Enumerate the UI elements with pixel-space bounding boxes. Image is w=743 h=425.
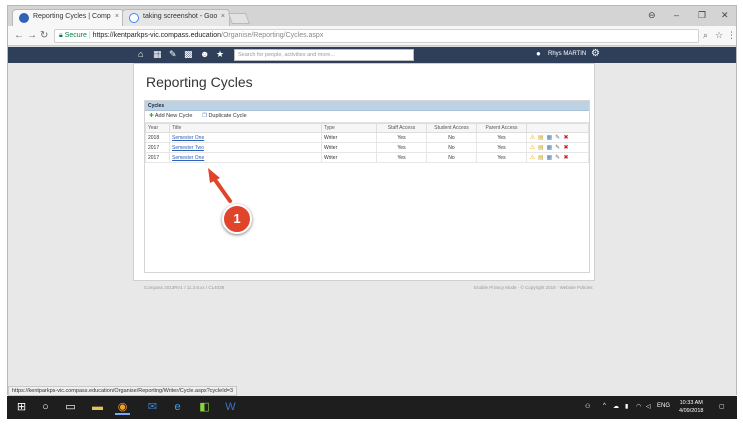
profile-icon[interactable]: ⊖ [648,10,656,21]
clock-date: 4/09/2018 [679,408,704,414]
chevron-up-icon[interactable]: ^ [603,403,606,409]
onedrive-icon[interactable]: ☁ [613,403,619,410]
back-icon[interactable]: ← [14,30,24,41]
system-clock[interactable]: 10:33 AM 4/09/2018 [679,399,703,415]
windows-taskbar: ⊞ ○ ▭ ▬ ◉ ✉ e ◧ W ⚇ ^ ☁ ▮ ◠ ◁ ENG 10:33 … [7,396,737,419]
annotation-arrow [208,168,232,203]
forward-icon[interactable]: → [27,30,37,41]
edge-icon[interactable]: e [170,400,185,415]
tab-close-icon[interactable]: × [221,13,225,20]
tab-title: Reporting Cycles | Comp [33,13,111,20]
network-icon[interactable]: ◠ [636,403,641,410]
word-icon[interactable]: W [223,400,238,415]
notification-icon[interactable]: ▢ [719,403,725,410]
url-host: https://kentparkps-vic.compass.education [92,32,221,39]
arrow-shaft [211,175,232,203]
annotation-callout: 1 [222,204,252,234]
url-path: /Organise/Reporting/Cycles.aspx [221,32,324,39]
reload-icon[interactable]: ↻ [40,30,48,41]
volume-icon[interactable]: ◁ [646,403,651,410]
compass-favicon-icon [19,13,29,23]
maximize-button[interactable]: ❐ [698,10,706,21]
tab-reporting-cycles[interactable]: Reporting Cycles | Comp × [12,9,124,26]
tab-bar: Reporting Cycles | Comp × taking screens… [8,6,736,26]
outlook-icon[interactable]: ✉ [145,400,160,415]
new-tab-button[interactable] [227,13,251,24]
cortana-icon[interactable]: ○ [38,400,53,415]
clock-time: 10:33 AM [679,400,703,406]
tab-title: taking screenshot - Goo [143,13,218,20]
tab-close-icon[interactable]: × [115,13,119,20]
zoom-icon[interactable]: ⌕ [703,30,708,41]
page-viewport: ⌂ ▦ ✎ ▩ ☻ ★ Search for people, activitie… [8,47,736,396]
lock-icon: 🔒︎ [59,32,63,39]
status-url: https://kentparkps-vic.compass.education… [8,386,238,396]
url-input[interactable]: 🔒︎ Secure | https://kentparkps-vic.compa… [54,29,699,43]
minimize-button[interactable]: – [674,10,679,20]
arrow-head [208,168,220,183]
battery-icon[interactable]: ▮ [625,403,628,410]
bookmark-star-icon[interactable]: ☆ [715,30,723,41]
chrome-icon[interactable]: ◉ [115,400,130,415]
tab-google-search[interactable]: taking screenshot - Goo × [122,9,230,26]
language-indicator[interactable]: ENG [657,403,670,409]
people-tray-icon[interactable]: ⚇ [585,403,590,410]
task-view-icon[interactable]: ▭ [63,400,78,415]
menu-kebab-icon[interactable]: ⋮ [727,30,736,41]
snagit-icon[interactable]: ◧ [197,400,212,415]
close-window-button[interactable]: ✕ [721,10,729,21]
address-bar: ← → ↻ 🔒︎ Secure | https://kentparkps-vic… [8,26,736,46]
windows-start-icon[interactable]: ⊞ [14,400,29,415]
browser-window: Reporting Cycles | Comp × taking screens… [7,5,737,396]
secure-label: Secure [64,32,87,39]
google-favicon-icon [129,13,139,23]
file-explorer-icon[interactable]: ▬ [90,400,105,415]
